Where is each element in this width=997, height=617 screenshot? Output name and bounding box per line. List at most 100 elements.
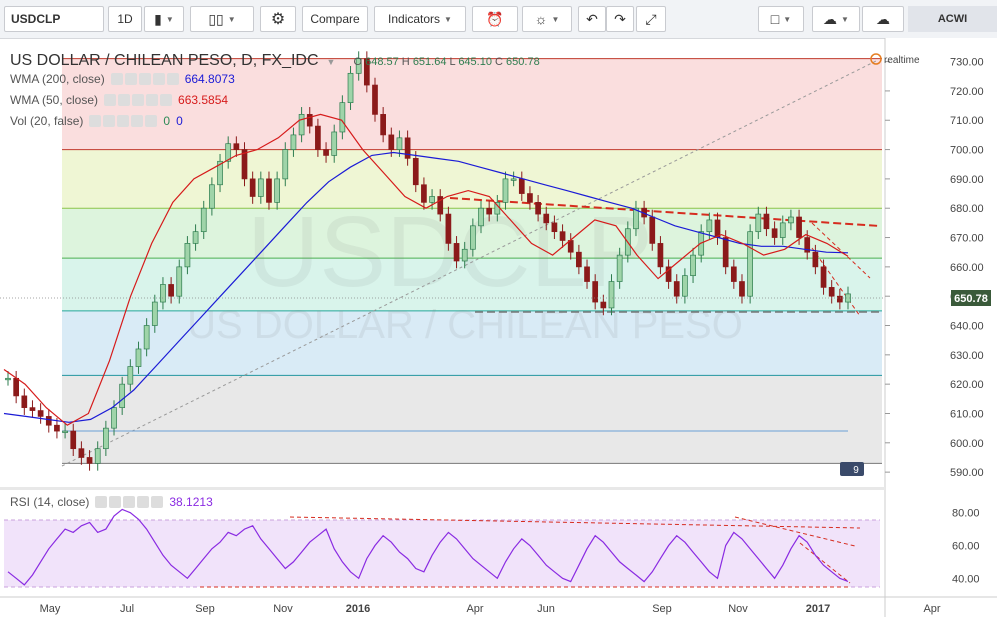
candle-body	[119, 383, 126, 408]
symbol-label: USDCLP	[11, 12, 61, 26]
candle-body	[527, 193, 533, 203]
compare-button[interactable]: Compare	[302, 6, 368, 32]
layout-button[interactable]: □ ▼	[758, 6, 804, 32]
candle-body	[649, 216, 656, 244]
undo-button[interactable]: ↶	[578, 6, 606, 32]
square-icon: □	[770, 11, 780, 27]
candle-body	[315, 125, 321, 150]
save-cloud-button[interactable]: ☁	[862, 6, 904, 32]
load-cloud-button[interactable]: ☁ ▼	[812, 6, 860, 32]
time-tick-label: Nov	[273, 603, 293, 615]
candle-body	[812, 251, 819, 268]
candle-body	[62, 430, 68, 433]
price-tick-label: 710.00	[950, 115, 984, 127]
alarm-clock-icon: ⏰	[486, 10, 504, 27]
candle-body	[747, 231, 753, 297]
candle-body	[290, 134, 297, 150]
wma50-legend-buttons[interactable]	[104, 94, 173, 106]
fib-band	[62, 375, 882, 464]
rsi-legend-value: 38.1213	[169, 495, 213, 509]
candle-body	[200, 207, 207, 233]
candle-body	[682, 275, 688, 297]
candle-body	[608, 281, 615, 309]
candle-body	[388, 134, 395, 150]
candle-body	[339, 102, 346, 133]
time-tick-label: Sep	[652, 603, 672, 615]
rsi-band	[4, 520, 880, 587]
candle-body	[209, 184, 215, 209]
vol-legend-value2: 0	[176, 114, 183, 128]
candle-body	[70, 430, 77, 450]
cloud-download-icon: ☁	[823, 10, 838, 27]
vol-legend-value: 0	[163, 114, 171, 128]
candle-body	[103, 427, 109, 450]
candle-body	[739, 281, 745, 297]
wma200-legend[interactable]: WMA (200, close) 664.8073	[10, 72, 235, 86]
chevron-down-icon: ▼	[551, 14, 560, 24]
candle-body	[404, 137, 411, 159]
candle-body	[282, 149, 289, 180]
vol-legend-label: Vol (20, false)	[10, 114, 84, 128]
vol-legend-buttons[interactable]	[89, 115, 158, 127]
candle-body	[616, 254, 623, 282]
candle-body	[233, 143, 240, 150]
candle-body	[127, 366, 134, 385]
candle-body	[298, 114, 305, 136]
chart-type-button[interactable]: ▯▯ ▼	[190, 6, 254, 32]
wma50-legend-label: WMA (50, close)	[10, 93, 99, 107]
wma50-legend-value: 663.5854	[178, 93, 229, 107]
indicators-label: Indicators	[388, 12, 441, 26]
candle-body	[820, 266, 827, 288]
event-badge[interactable]	[840, 462, 864, 476]
interval-button[interactable]: 1D	[108, 6, 142, 32]
rsi-legend-buttons[interactable]	[95, 496, 164, 508]
candle-body	[160, 284, 166, 303]
candle-body	[771, 228, 778, 238]
ohlc-values: O 648.57 H 651.64 L 645.10 C 650.78	[353, 56, 540, 68]
chevron-down-icon: ▼	[841, 14, 849, 24]
rsi-legend[interactable]: RSI (14, close) 38.1213	[10, 495, 213, 509]
price-tick-label: 690.00	[950, 174, 984, 186]
bar-style-button[interactable]: ▮ ▼	[144, 6, 184, 32]
wma50-legend[interactable]: WMA (50, close) 663.5854	[10, 93, 228, 107]
candle-body	[45, 416, 52, 426]
fullscreen-button[interactable]: ⤢	[636, 6, 666, 32]
candle-body	[788, 216, 794, 224]
vol-legend[interactable]: Vol (20, false) 0 0	[10, 114, 183, 128]
settings-button[interactable]: ⚙	[260, 6, 296, 32]
alert-button[interactable]: ⏰	[472, 6, 518, 32]
candle-body	[143, 325, 150, 350]
wma200-legend-buttons[interactable]	[110, 73, 179, 85]
candle-body	[600, 301, 607, 309]
candle-body	[13, 377, 20, 397]
candle-body	[380, 114, 386, 136]
time-tick-label: Nov	[728, 603, 748, 615]
time-axis[interactable]: May Jul Sep Nov 2016 Apr Jun Sep Nov 2017 Apr	[40, 603, 941, 615]
wma200-legend-label: WMA (200, close)	[10, 72, 105, 86]
candle-body	[763, 213, 770, 230]
symbol-input[interactable]: USDCLP	[4, 6, 104, 32]
pane-separator[interactable]	[0, 487, 885, 490]
rsi-tick-label: 60.00	[952, 541, 980, 553]
candles-icon: ▯▯	[208, 10, 224, 27]
undo-icon: ↶	[586, 10, 598, 27]
watchlist-tab[interactable]: ACWI	[908, 6, 997, 32]
price-tick-label: 640.00	[950, 321, 984, 333]
redo-button[interactable]: ↷	[606, 6, 634, 32]
candle-body	[478, 207, 484, 227]
ideas-button[interactable]: ☼ ▼	[522, 6, 572, 32]
candle-body	[151, 301, 158, 326]
price-tick-label: 600.00	[950, 438, 984, 450]
chevron-down-icon: ▼	[444, 14, 452, 24]
candle-body	[543, 213, 550, 224]
chart-title-chevron-icon[interactable]: ▼	[327, 57, 336, 67]
candle-body	[836, 295, 843, 303]
indicators-button[interactable]: Indicators ▼	[374, 6, 466, 32]
price-tick-label: 670.00	[950, 233, 984, 245]
candle-body	[535, 202, 541, 215]
rsi-axis[interactable]: 40.00 60.00 80.00	[952, 508, 980, 586]
candle-body	[111, 407, 117, 429]
price-tick-label: 730.00	[950, 57, 984, 69]
gear-icon: ⚙	[270, 11, 286, 28]
time-tick-label: May	[40, 603, 61, 615]
